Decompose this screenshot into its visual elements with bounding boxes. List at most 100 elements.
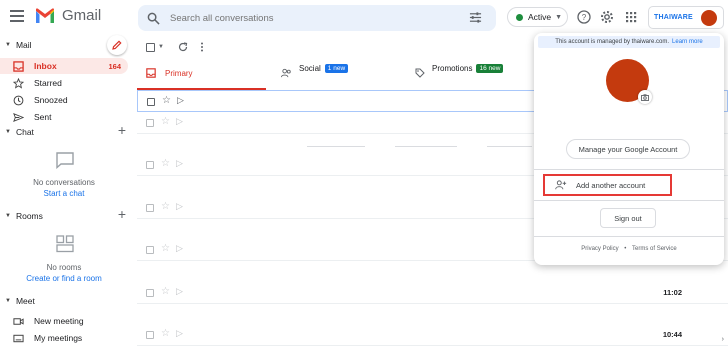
sidebar-item-starred[interactable]: Starred (0, 75, 128, 91)
important-marker-icon[interactable]: ▷ (176, 201, 183, 212)
status-dropdown[interactable]: Active ▼ (507, 7, 568, 27)
add-another-account-button[interactable]: Add another account (543, 174, 672, 196)
compose-button[interactable] (107, 35, 127, 55)
add-chat-icon[interactable]: + (118, 122, 126, 138)
account-switcher[interactable]: THAIWARE (648, 6, 724, 29)
tab-promotions[interactable]: Promotions 16 new (415, 52, 504, 84)
add-room-icon[interactable]: + (118, 206, 126, 222)
rooms-empty-state: No rooms Create or find a room (0, 263, 128, 283)
terms-of-service-link[interactable]: Terms of Service (632, 246, 677, 252)
main-menu-icon[interactable] (10, 10, 24, 22)
change-photo-button[interactable] (638, 90, 652, 104)
privacy-policy-link[interactable]: Privacy Policy (581, 246, 618, 252)
brand-logo: THAIWARE (654, 14, 693, 21)
caret-down-icon: ▼ (5, 298, 11, 304)
chevron-down-icon: ▼ (555, 13, 563, 21)
search-bar[interactable] (138, 5, 496, 31)
row-checkbox[interactable] (146, 204, 154, 212)
important-marker-icon[interactable]: ▷ (176, 158, 183, 169)
sidebar-item-label: My meetings (34, 333, 83, 343)
row-checkbox[interactable] (146, 289, 154, 297)
sidebar-item-label: New meeting (34, 316, 84, 326)
more-vert-icon[interactable] (200, 42, 204, 52)
clock-icon (13, 95, 24, 105)
apps-grid-icon[interactable] (624, 10, 638, 24)
help-icon[interactable]: ? (577, 10, 591, 24)
status-label: Active (528, 12, 552, 22)
sidebar-item-sent[interactable]: Sent (0, 109, 128, 125)
row-checkbox[interactable] (146, 161, 154, 169)
sidebar-item-label: Inbox (34, 61, 57, 71)
select-all-checkbox[interactable] (146, 42, 155, 52)
category-tabs: Primary Social 1 new Promotions 16 new (137, 58, 537, 90)
camera-icon (641, 93, 649, 101)
manage-account-button[interactable]: Manage your Google Account (566, 139, 690, 159)
empty-text: No rooms (46, 263, 82, 272)
email-row[interactable]: ☆ ▷ 10:44 (137, 324, 728, 346)
top-header: Gmail Active ▼ ? (0, 0, 728, 34)
keyboard-icon (13, 334, 24, 342)
tab-primary[interactable]: Primary (137, 58, 266, 90)
empty-text: No conversations (33, 178, 95, 187)
star-icon[interactable]: ☆ (161, 201, 170, 212)
search-options-icon[interactable] (469, 11, 482, 24)
people-icon (281, 68, 291, 77)
sidebar-item-label: Starred (34, 78, 62, 88)
meet-my-meetings[interactable]: My meetings (0, 330, 128, 346)
chevron-right-icon[interactable]: › (722, 336, 724, 343)
send-icon (13, 112, 24, 122)
row-checkbox[interactable] (147, 98, 155, 106)
email-time: 10:44 (662, 330, 682, 339)
rooms-section-header[interactable]: ▼ Rooms + (0, 206, 136, 224)
start-chat-link[interactable]: Start a chat (0, 189, 128, 198)
section-label: Rooms (15, 211, 43, 221)
sidebar-item-inbox[interactable]: Inbox 164 (0, 58, 128, 74)
important-marker-icon[interactable]: ▷ (177, 95, 184, 106)
create-room-link[interactable]: Create or find a room (0, 274, 128, 283)
loading-placeholder (487, 146, 532, 147)
star-icon[interactable]: ☆ (162, 95, 171, 106)
inbox-icon (13, 60, 24, 72)
search-input[interactable] (170, 12, 460, 24)
star-icon[interactable]: ☆ (161, 243, 170, 254)
email-row[interactable]: ☆ ▷ 11:02 (137, 282, 728, 304)
separator: • (624, 246, 627, 252)
tab-label: Primary (165, 68, 193, 78)
rooms-icon (56, 235, 74, 253)
divider (534, 236, 724, 237)
app-name: Gmail (62, 7, 102, 24)
select-dropdown-icon[interactable]: ▼ (158, 44, 164, 50)
important-marker-icon[interactable]: ▷ (176, 328, 183, 339)
refresh-icon[interactable] (178, 42, 188, 52)
chat-section-header[interactable]: ▼ Chat + (0, 122, 136, 140)
section-label: Mail (15, 40, 32, 50)
managed-text: This account is managed by thaiware.com. (555, 39, 670, 45)
status-dot (516, 13, 523, 21)
unread-count: 164 (108, 61, 121, 71)
tab-social[interactable]: Social 1 new (281, 52, 349, 84)
important-marker-icon[interactable]: ▷ (176, 243, 183, 254)
star-icon[interactable]: ☆ (161, 286, 170, 297)
search-icon[interactable] (147, 12, 160, 25)
star-icon[interactable]: ☆ (161, 328, 170, 339)
star-icon[interactable]: ☆ (161, 116, 170, 127)
sidebar-item-snoozed[interactable]: Snoozed (0, 92, 128, 108)
important-marker-icon[interactable]: ▷ (176, 286, 183, 297)
gear-icon[interactable] (600, 10, 614, 24)
row-checkbox[interactable] (146, 246, 154, 254)
inbox-icon (146, 68, 156, 78)
gmail-logo[interactable]: Gmail (35, 7, 101, 24)
meet-section-header[interactable]: ▼ Meet (0, 293, 136, 309)
account-popup: This account is managed by thaiware.com.… (534, 33, 724, 265)
caret-down-icon: ▼ (5, 213, 11, 219)
learn-more-link[interactable]: Learn more (672, 39, 703, 45)
sign-out-button[interactable]: Sign out (600, 208, 656, 228)
important-marker-icon[interactable]: ▷ (176, 116, 183, 127)
row-checkbox[interactable] (146, 119, 154, 127)
star-icon (13, 77, 24, 89)
star-icon[interactable]: ☆ (161, 158, 170, 169)
add-person-icon (555, 180, 567, 190)
popup-footer: Privacy Policy • Terms of Service (534, 246, 724, 252)
meet-new-meeting[interactable]: New meeting (0, 313, 128, 329)
row-checkbox[interactable] (146, 331, 154, 339)
